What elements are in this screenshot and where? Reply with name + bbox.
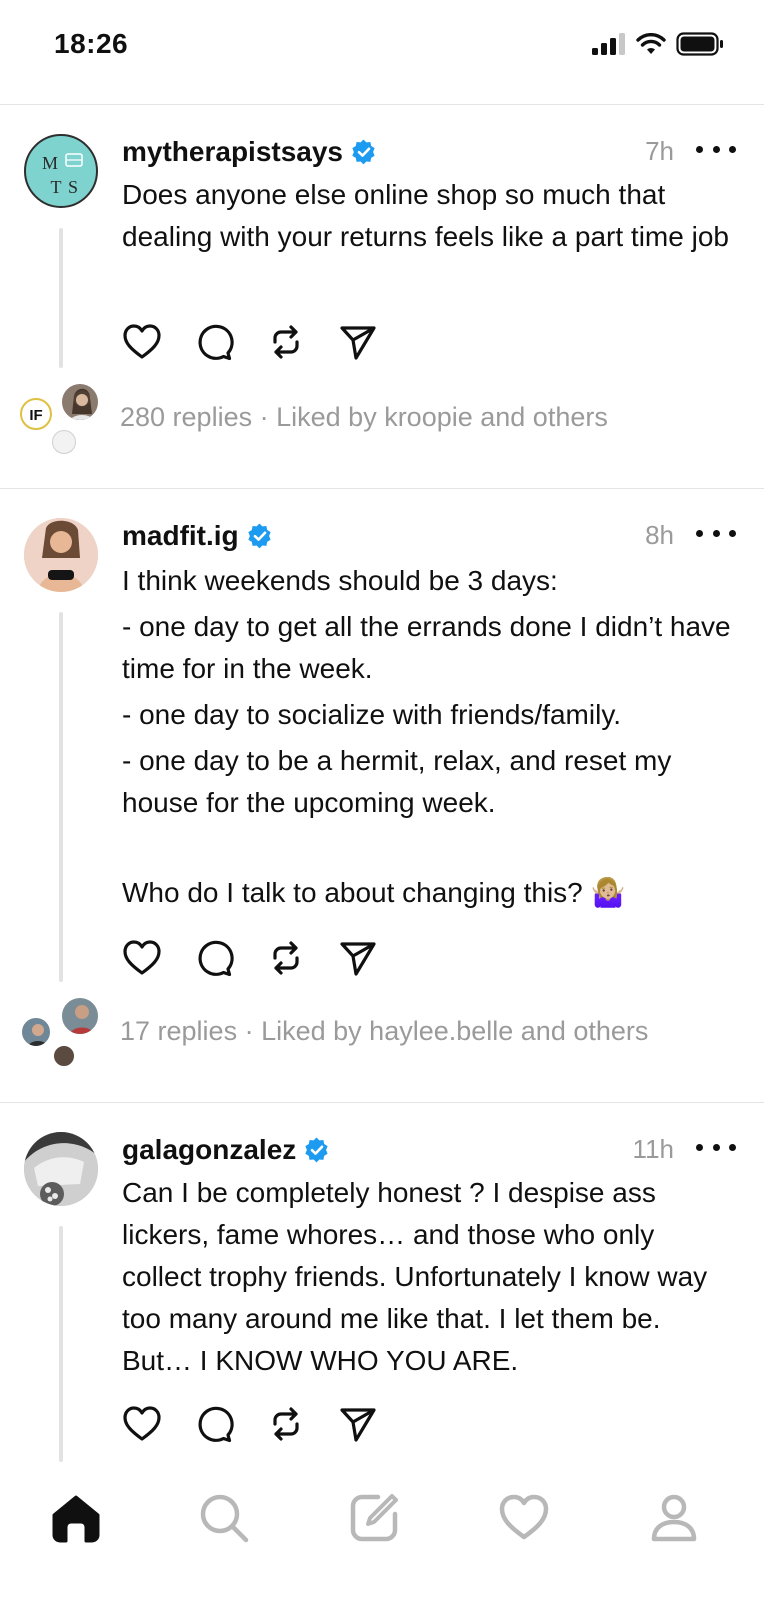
username[interactable]: mytherapistsays	[122, 136, 343, 168]
username[interactable]: madfit.ig	[122, 520, 239, 552]
thread-post[interactable]: galagonzalez 11h Can I be completely hon…	[0, 1132, 764, 1462]
verified-badge-icon	[305, 1137, 328, 1163]
repost-icon[interactable]	[266, 1404, 306, 1444]
battery-icon	[676, 32, 723, 56]
mini-avatar	[20, 1016, 52, 1048]
post-text-line: - one day to socialize with friends/fami…	[122, 699, 622, 730]
bottom-tab-bar	[0, 1462, 764, 1600]
status-bar: 18:26	[0, 0, 764, 104]
thread-line	[59, 1226, 63, 1462]
post-text: Can I be completely honest ? I despise a…	[122, 1177, 708, 1376]
liked-by[interactable]: Liked by haylee.belle and others	[261, 1016, 648, 1046]
post-time: 7h	[645, 136, 674, 166]
thread-line	[59, 228, 63, 368]
post-meta[interactable]: 280 replies · Liked by kroopie and other…	[120, 402, 608, 433]
reply-count[interactable]: 17 replies	[120, 1016, 237, 1046]
thread-line	[59, 612, 63, 982]
share-send-icon[interactable]	[338, 938, 378, 978]
status-time: 18:26	[54, 28, 129, 59]
meta-separator: ·	[259, 402, 269, 432]
svg-text:T: T	[51, 177, 62, 197]
verified-badge-icon	[352, 139, 375, 165]
meta-separator: ·	[244, 1016, 254, 1046]
post-time: 8h	[645, 520, 674, 550]
more-options-icon[interactable]	[696, 518, 736, 548]
post-text-line: - one day to be a hermit, relax, and res…	[122, 745, 672, 818]
share-send-icon[interactable]	[338, 322, 378, 362]
repost-icon[interactable]	[266, 322, 306, 362]
repost-icon[interactable]	[266, 938, 306, 978]
verified-badge-icon	[248, 523, 271, 549]
home-icon[interactable]	[46, 1488, 106, 1548]
author-row: mytherapistsays	[122, 134, 377, 170]
username[interactable]: galagonzalez	[122, 1134, 296, 1166]
avatar[interactable]	[24, 518, 98, 592]
like-heart-icon[interactable]	[122, 322, 162, 362]
post-actions	[122, 322, 378, 362]
thread-post[interactable]: M T S mytherapistsays 7h Does anyone els…	[0, 134, 764, 484]
mini-avatar: IF	[20, 398, 52, 430]
like-heart-icon[interactable]	[122, 938, 162, 978]
mini-avatar	[60, 382, 100, 422]
svg-text:IF: IF	[29, 407, 42, 424]
thread-post[interactable]: madfit.ig 8h I think weekends should be …	[0, 518, 764, 1098]
profile-icon[interactable]	[644, 1488, 704, 1548]
wifi-icon	[636, 33, 666, 54]
author-row: galagonzalez	[122, 1132, 330, 1168]
like-heart-icon[interactable]	[122, 1404, 162, 1444]
share-send-icon[interactable]	[338, 1404, 378, 1444]
avatar[interactable]: M T S	[24, 134, 98, 208]
post-actions	[122, 1404, 378, 1444]
author-row: madfit.ig	[122, 518, 273, 554]
avatar[interactable]	[24, 1132, 98, 1206]
post-divider	[0, 1102, 764, 1103]
activity-heart-icon[interactable]	[494, 1488, 554, 1548]
post-actions	[122, 938, 378, 978]
post-text-line: I think weekends should be 3 days:	[122, 565, 558, 596]
mts-logo-icon: M T S	[42, 153, 83, 197]
compose-icon[interactable]	[344, 1488, 404, 1548]
comment-bubble-icon[interactable]	[194, 938, 234, 978]
post-text-line: Who do I talk to about changing this? 🤷🏼…	[122, 877, 626, 908]
status-icons	[592, 32, 724, 56]
comment-bubble-icon[interactable]	[194, 1404, 234, 1444]
post-time: 11h	[632, 1134, 674, 1164]
more-options-icon[interactable]	[696, 134, 736, 164]
post-divider	[0, 488, 764, 489]
search-icon[interactable]	[194, 1488, 254, 1548]
liked-by[interactable]: Liked by kroopie and others	[276, 402, 608, 432]
header-divider	[0, 104, 764, 105]
reply-count[interactable]: 280 replies	[120, 402, 252, 432]
mini-avatar	[52, 430, 76, 454]
post-text-line: - one day to get all the errands done I …	[122, 611, 731, 684]
comment-bubble-icon[interactable]	[194, 322, 234, 362]
cellular-signal-icon	[592, 33, 625, 55]
svg-text:M: M	[42, 153, 58, 173]
mini-avatar	[52, 1044, 76, 1068]
more-options-icon[interactable]	[696, 1132, 736, 1162]
post-meta[interactable]: 17 replies · Liked by haylee.belle and o…	[120, 1016, 648, 1047]
mini-avatar	[60, 996, 100, 1036]
post-text: Does anyone else online shop so much tha…	[122, 179, 729, 252]
svg-text:S: S	[68, 177, 78, 197]
